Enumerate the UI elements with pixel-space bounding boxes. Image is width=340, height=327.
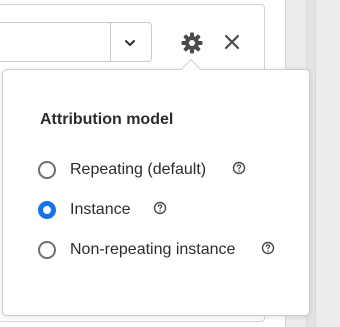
radio-option-instance[interactable]: Instance (38, 199, 288, 223)
radio-option-non-repeating[interactable]: Non-repeating instance (38, 239, 288, 263)
popover-title: Attribution model (40, 111, 174, 128)
radio-button-selected[interactable] (38, 201, 56, 219)
chevron-down-icon[interactable] (119, 32, 141, 54)
radio-button[interactable] (38, 161, 56, 179)
select-divider (110, 23, 111, 61)
radio-label: Non-repeating instance (70, 241, 236, 258)
close-icon[interactable] (219, 29, 245, 55)
radio-option-repeating[interactable]: Repeating (default) (38, 159, 288, 183)
attribution-select[interactable] (0, 22, 152, 62)
radio-button[interactable] (38, 241, 56, 259)
radio-label: Instance (70, 201, 131, 218)
help-icon[interactable] (232, 161, 246, 175)
gear-icon[interactable] (179, 30, 205, 56)
help-icon[interactable] (153, 201, 167, 215)
help-icon[interactable] (261, 241, 275, 255)
attribution-popover: Attribution model Repeating (default) In… (2, 69, 310, 316)
radio-label: Repeating (default) (70, 161, 207, 178)
